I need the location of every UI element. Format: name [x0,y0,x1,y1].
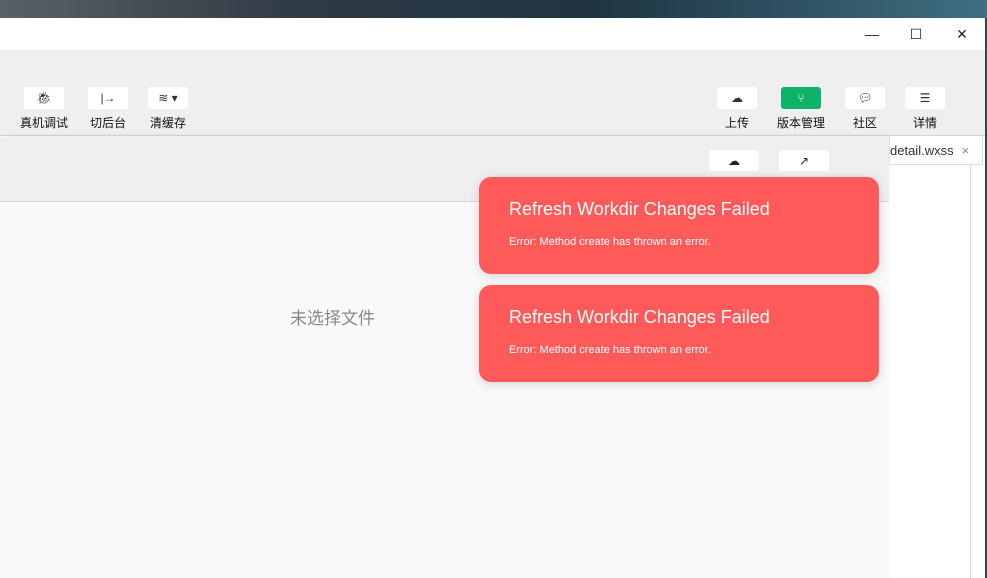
upload-label: 上传 [724,116,749,130]
version-control-button[interactable]: ⑂ 版本管理 [771,87,831,131]
remote-debug-label: 真机调试 [19,116,68,130]
cloud-upload-icon: ☁ [717,87,757,109]
menu-icon: ☰ [905,87,945,109]
file-tab[interactable]: detail.wxss × [889,137,983,165]
divider [970,165,971,578]
desktop-wallpaper [0,0,987,18]
toast-title: Refresh Workdir Changes Failed [509,307,770,327]
error-toast[interactable]: Refresh Workdir Changes Failed Error: Me… [479,177,879,274]
toast-message: Error: Method create has thrown an error… [509,236,711,248]
details-button[interactable]: ☰ 详情 [895,87,955,131]
title-bar: — ☐ ✕ [0,18,985,50]
file-tab-label: detail.wxss [890,143,954,158]
toast-title: Refresh Workdir Changes Failed [509,199,770,219]
error-toast[interactable]: Refresh Workdir Changes Failed Error: Me… [479,285,879,382]
layers-icon: ≋ ▾ [148,87,188,109]
open-external-icon[interactable]: ↗ [779,150,829,171]
community-label: 社区 [852,116,877,130]
switch-background-button[interactable]: |→ 切后台 [78,87,138,131]
details-label: 详情 [912,116,937,130]
git-branch-icon: ⑂ [781,87,821,109]
close-button[interactable]: ✕ [939,18,985,50]
no-file-selected-text: 未选择文件 [290,309,375,329]
cloud-upload-icon[interactable]: ☁ [709,150,759,171]
chat-bubble-icon: 💬︎ [845,87,885,109]
maximize-button[interactable]: ☐ [893,18,939,50]
main-toolbar: 🐞︎ 真机调试 |→ 切后台 ≋ ▾ 清缓存 ☁ 上传 ⑂ 版本管理 💬︎ 社区… [0,50,985,136]
switch-background-label: 切后台 [89,116,126,130]
clear-cache-button[interactable]: ≋ ▾ 清缓存 [138,87,198,131]
bug-icon: 🐞︎ [24,87,64,109]
file-tab-panel: detail.wxss × [889,137,985,578]
close-tab-icon[interactable]: × [962,143,970,158]
version-control-label: 版本管理 [776,116,825,130]
clear-cache-label: 清缓存 [149,116,186,130]
community-button[interactable]: 💬︎ 社区 [835,87,895,131]
upload-button[interactable]: ☁ 上传 [707,87,767,131]
remote-debug-button[interactable]: 🐞︎ 真机调试 [14,87,74,131]
minimize-button[interactable]: — [849,18,895,50]
switch-background-icon: |→ [88,87,128,109]
toast-message: Error: Method create has thrown an error… [509,344,711,356]
